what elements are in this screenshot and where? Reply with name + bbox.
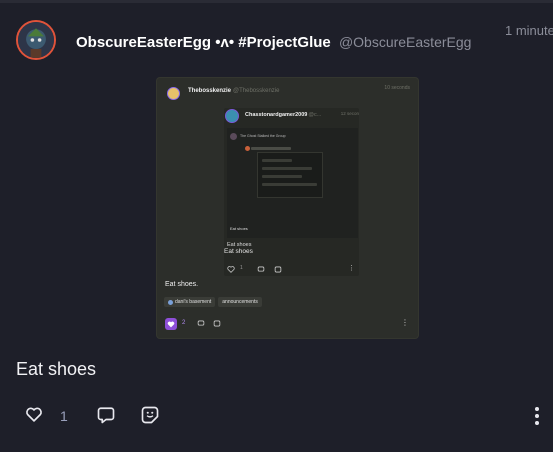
sticker-button[interactable] xyxy=(141,406,159,424)
more-vertical-icon: ⋮ xyxy=(401,318,409,327)
post-body-text: Eat shoes xyxy=(16,359,97,379)
sticker-icon xyxy=(274,266,282,273)
nested-author: Chasstonardgamer2009@c... xyxy=(245,112,321,118)
embed-avatar xyxy=(167,87,180,100)
deep-nested-panel xyxy=(257,152,323,198)
avatar-image xyxy=(18,22,54,58)
heart-icon xyxy=(26,407,42,422)
like-count: 1 xyxy=(60,408,68,424)
author-display-name[interactable]: ObscureEasterEgg •ʌ• #ProjectGlue xyxy=(76,34,331,51)
nested-post-body: Eat shoes xyxy=(224,248,253,255)
comment-icon xyxy=(257,266,265,272)
panel-line xyxy=(262,167,312,170)
deep-nested-text: Eat shoes xyxy=(230,226,248,231)
user-avatar[interactable] xyxy=(16,20,56,60)
deep-nested-icon xyxy=(230,133,237,140)
like-button[interactable] xyxy=(25,406,43,423)
tag-label: announcements xyxy=(222,299,258,305)
nested-action-bar: 1 ⋮ xyxy=(227,265,355,273)
deep-nested-line xyxy=(251,147,291,150)
comment-icon xyxy=(97,407,115,424)
post-author-line: ObscureEasterEgg •ʌ• #ProjectGlue @Obscu… xyxy=(76,33,471,52)
panel-line xyxy=(262,175,302,178)
deep-nested-embed: The Ghost Stalked the Group Eat shoes xyxy=(227,128,358,238)
heart-icon xyxy=(227,266,235,273)
nested-like-count: 1 xyxy=(240,265,243,271)
embed-tag-list: dani's basement announcements xyxy=(164,297,262,307)
embed-author-name: Thebosskenzie xyxy=(188,88,232,94)
panel-line xyxy=(262,159,292,162)
deep-nested-title: The Ghost Stalked the Group xyxy=(240,134,286,138)
sticker-icon xyxy=(213,320,221,327)
server-icon xyxy=(168,299,173,305)
tag-label: dani's basement xyxy=(175,299,212,305)
liked-heart-icon xyxy=(165,318,177,330)
tag-chip: dani's basement xyxy=(164,297,216,307)
post-action-bar: 1 xyxy=(0,400,553,430)
embed-author-handle: @Thebosskenzie xyxy=(233,88,280,94)
tag-chip: announcements xyxy=(218,297,262,307)
sticker-icon xyxy=(141,406,159,424)
post-timestamp[interactable]: 1 minute xyxy=(505,23,553,38)
panel-line xyxy=(262,183,317,186)
top-divider xyxy=(0,0,553,3)
more-options-button[interactable] xyxy=(531,406,543,426)
embed-like-count: 2 xyxy=(182,320,186,326)
more-vertical-icon: ⋮ xyxy=(348,265,355,272)
nested-timestamp: 12 secon xyxy=(340,111,359,116)
comment-icon xyxy=(197,320,205,326)
nested-avatar xyxy=(225,109,239,123)
embed-timestamp: 10 seconds xyxy=(384,85,410,91)
embed-author: Thebosskenzie @Thebosskenzie xyxy=(188,88,279,94)
nested-author-name: Chasstonardgamer2009 xyxy=(245,112,308,118)
embed-action-bar: 2 ⋮ xyxy=(165,318,410,330)
author-handle[interactable]: @ObscureEasterEgg xyxy=(339,34,472,50)
more-vertical-icon xyxy=(535,407,539,425)
nested-author-handle: @c... xyxy=(308,112,322,118)
deep-nested-avatar xyxy=(245,146,250,151)
attached-image[interactable]: Thebosskenzie @Thebosskenzie 10 seconds C… xyxy=(157,78,418,338)
embed-post-text: Eat shoes. xyxy=(165,281,199,288)
comment-button[interactable] xyxy=(97,406,115,424)
